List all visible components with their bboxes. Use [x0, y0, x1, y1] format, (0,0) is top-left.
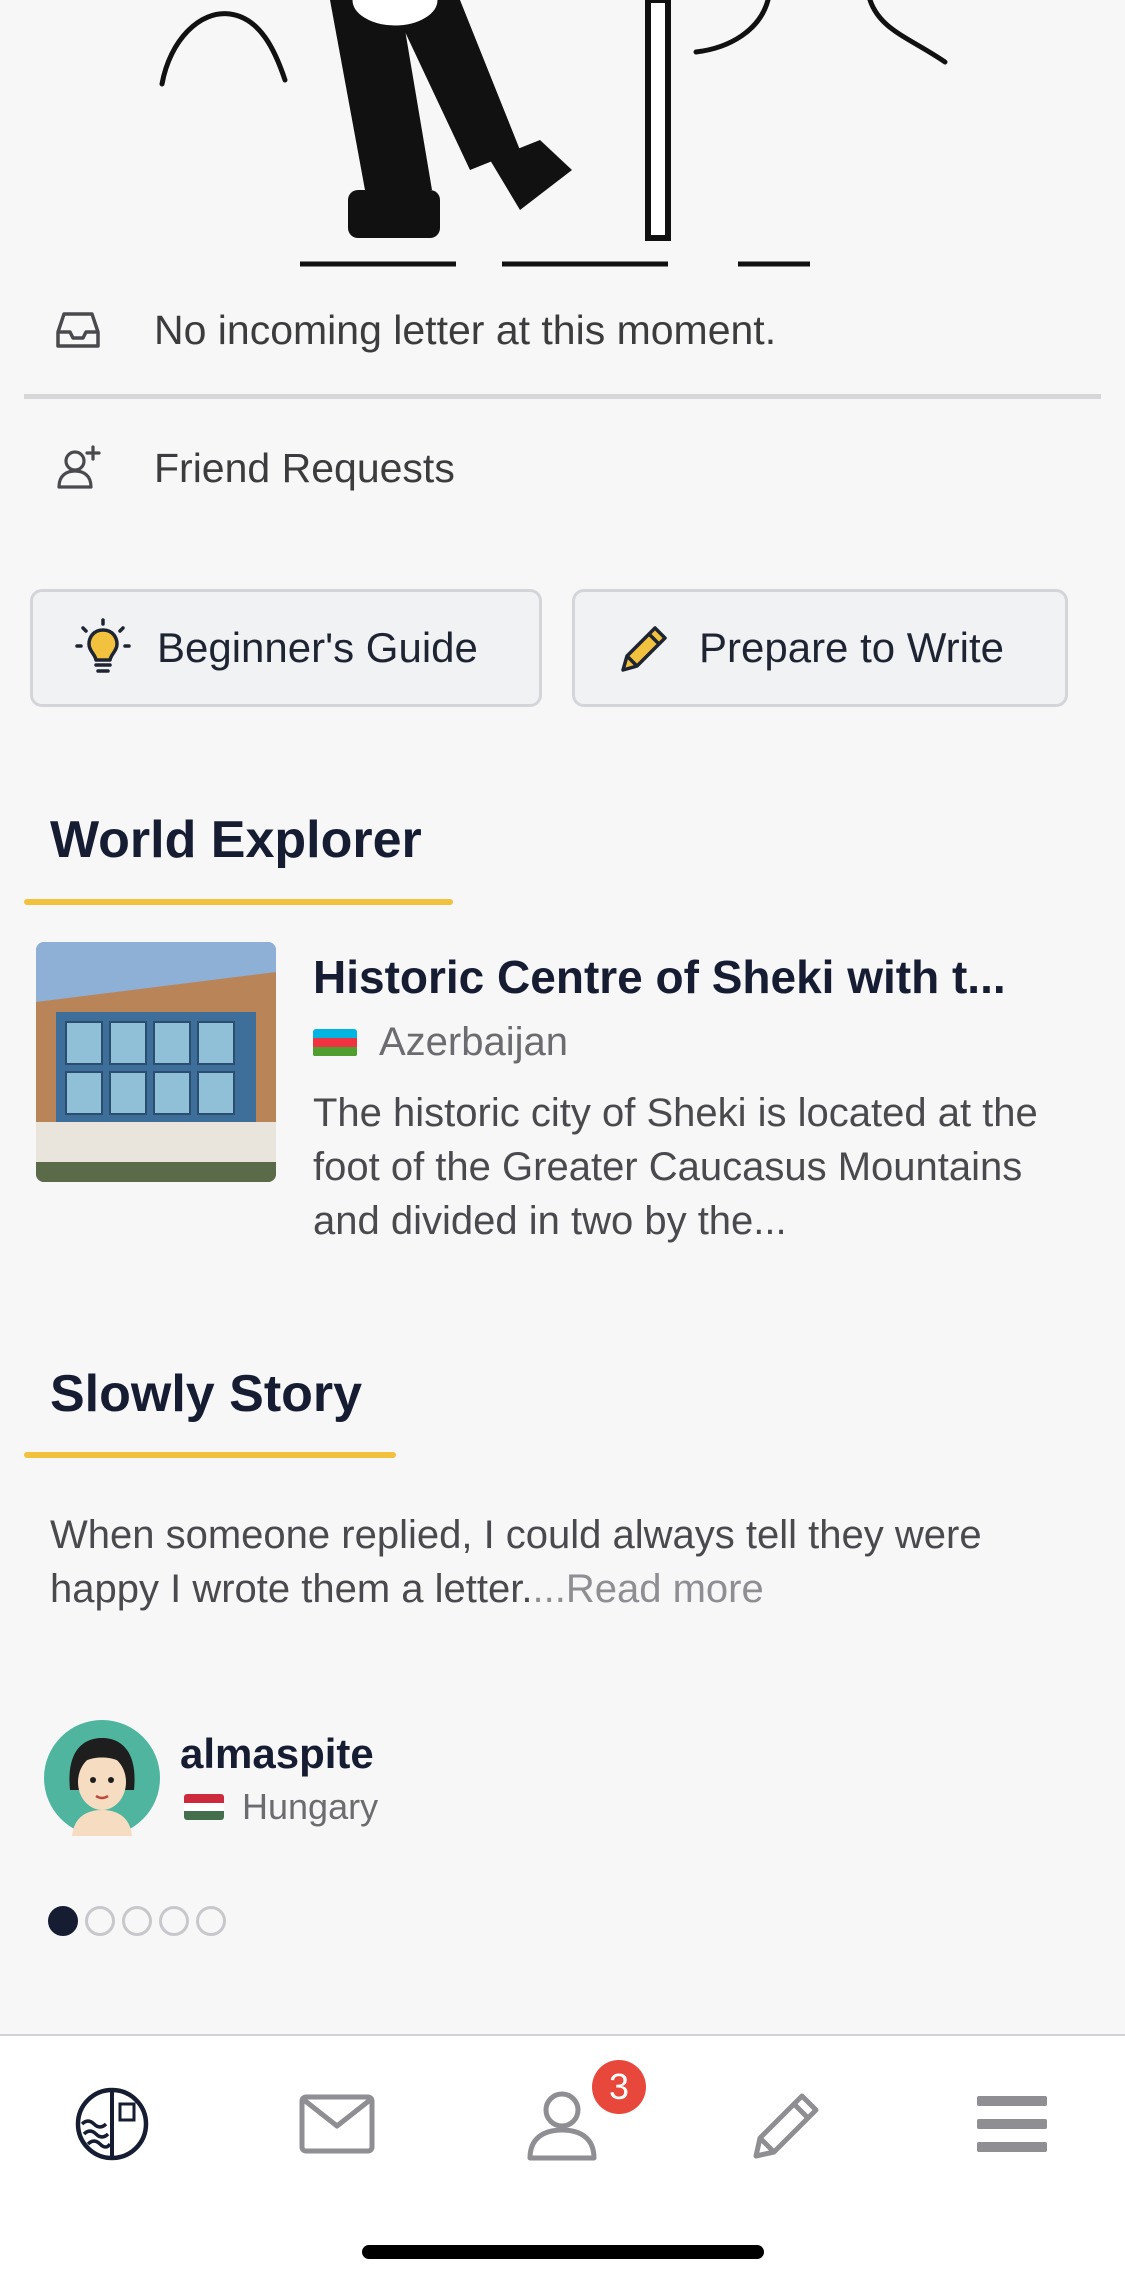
inbox-tray-icon	[50, 302, 106, 358]
home-stamp-icon	[72, 2084, 152, 2169]
home-indicator[interactable]	[362, 2245, 764, 2259]
pagination-dot-4[interactable]	[159, 1906, 189, 1936]
story-pagination	[48, 1906, 233, 1936]
heritage-site-title: Historic Centre of Sheki with t...	[313, 951, 1006, 1003]
pagination-dot-3[interactable]	[122, 1906, 152, 1936]
heritage-site-description: The historic city of Sheki is located at…	[313, 1091, 1038, 1243]
pagination-dot-5[interactable]	[196, 1906, 226, 1936]
friends-notification-badge: 3	[592, 2060, 646, 2114]
azerbaijan-flag-icon	[313, 1028, 357, 1057]
friends-icon	[524, 2086, 600, 2167]
slowly-story-underline	[24, 1452, 396, 1458]
pencil-icon	[748, 2084, 828, 2169]
beginners-guide-label: Beginner's Guide	[157, 624, 478, 671]
world-explorer-card[interactable]: Historic Centre of Sheki with t... Azerb…	[36, 942, 1096, 1243]
tab-write[interactable]	[738, 2076, 838, 2176]
author-name: almaspite	[180, 1730, 374, 1777]
envelope-icon	[299, 2094, 375, 2159]
tab-letters[interactable]	[287, 2076, 387, 2176]
slowly-story-title: Slowly Story	[50, 1365, 363, 1423]
beginners-guide-button[interactable]: Beginner's Guide	[30, 589, 542, 707]
author-country: Hungary	[184, 1786, 378, 1828]
world-explorer-underline	[24, 899, 453, 905]
author-country-name: Hungary	[242, 1786, 379, 1827]
hero-illustration	[159, 0, 948, 267]
tab-home[interactable]	[62, 2076, 162, 2176]
prepare-to-write-button[interactable]: Prepare to Write	[572, 589, 1068, 707]
tab-menu[interactable]	[962, 2076, 1062, 2176]
hungary-flag-icon	[184, 1794, 224, 1820]
inbox-status-row: No incoming letter at this moment.	[24, 292, 1101, 368]
heritage-site-country-name: Azerbaijan	[379, 1020, 569, 1064]
story-excerpt: When someone replied, I could always tel…	[50, 1508, 1080, 1616]
lightbulb-icon	[73, 618, 133, 678]
pencil-icon	[615, 618, 675, 678]
section-divider	[24, 394, 1101, 399]
world-explorer-title: World Explorer	[50, 811, 422, 869]
read-more-link[interactable]: ...Read more	[532, 1567, 763, 1611]
story-author[interactable]: almaspite Hungary	[44, 1720, 644, 1836]
friend-requests-row[interactable]: Friend Requests	[24, 430, 1101, 506]
heritage-site-thumbnail	[36, 942, 276, 1182]
menu-icon	[977, 2094, 1047, 2159]
add-user-icon	[50, 440, 106, 496]
prepare-to-write-label: Prepare to Write	[699, 624, 1005, 671]
inbox-empty-message: No incoming letter at this moment.	[154, 306, 777, 353]
avatar	[44, 1720, 160, 1836]
pagination-dot-1[interactable]	[48, 1906, 78, 1936]
heritage-site-country: Azerbaijan	[313, 1020, 568, 1065]
pagination-dot-2[interactable]	[85, 1906, 115, 1936]
friend-requests-label: Friend Requests	[154, 444, 455, 491]
story-excerpt-text: When someone replied, I could always tel…	[50, 1513, 982, 1611]
